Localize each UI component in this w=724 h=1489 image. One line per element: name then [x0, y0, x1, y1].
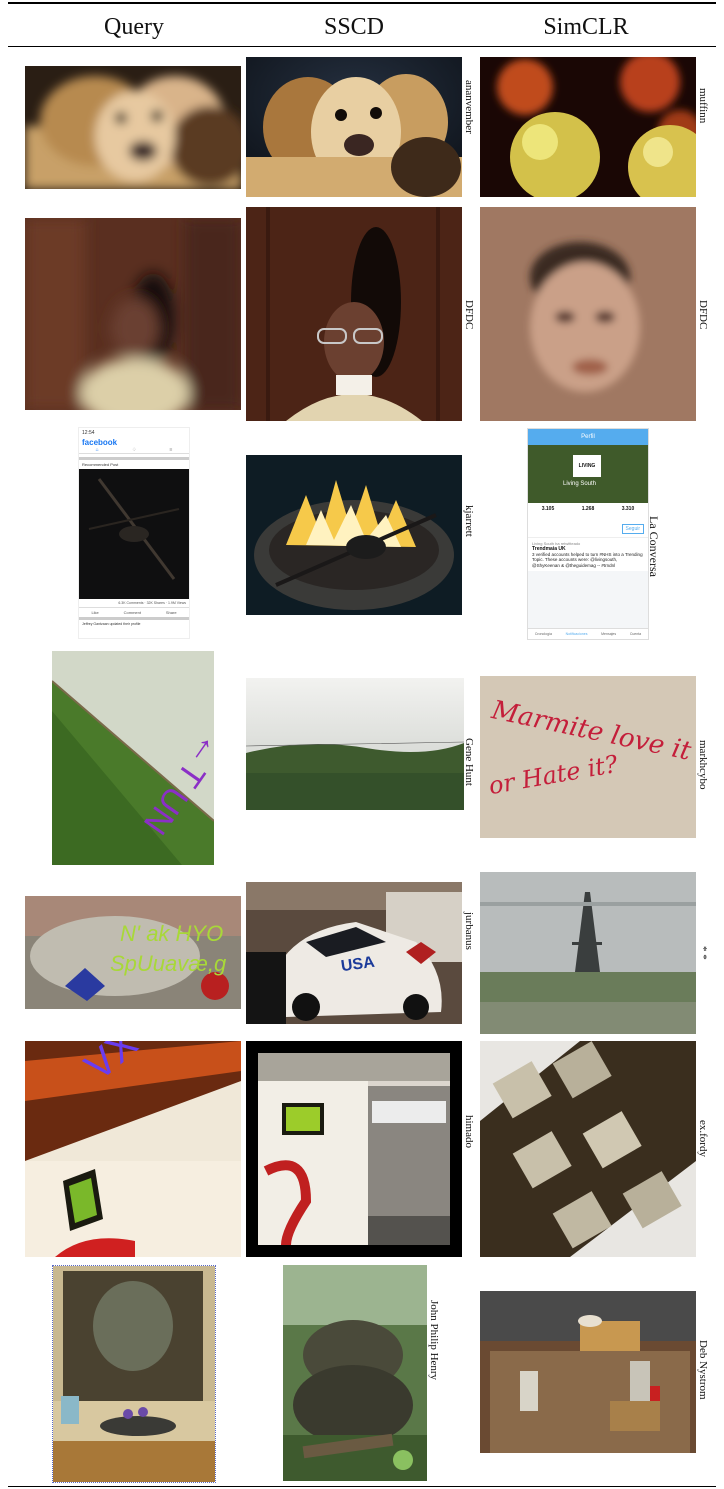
sscd-image-person [246, 207, 462, 421]
query-overlay-car-2: SpUuavæ,g [110, 951, 227, 976]
header-sscd: SSCD [323, 14, 385, 40]
tw-tweet-text: 3 verified accounts helped to turn #NHS … [532, 552, 643, 568]
sscd-credit-3: kjarrett [463, 505, 475, 537]
fb-comment: Comment [123, 610, 141, 615]
sscd-image-train [246, 1041, 462, 1257]
sscd-credit-2: DFDC [463, 300, 475, 330]
simclr-image-twitter: Perfil LIVING Living South 3.105 1.268 3… [527, 428, 649, 640]
tw-name: Living South [563, 481, 597, 487]
query-image-car: N' ak HYO SpUuavæ,g [25, 896, 241, 1009]
fb-share: Share [165, 610, 177, 615]
sscd-credit-7: John Philip Henry [428, 1300, 440, 1381]
simclr-credit-2: DFDC [697, 300, 709, 330]
sscd-image-car: USA [246, 882, 462, 1024]
header-query: Query [104, 14, 164, 40]
fb-nav: ⌂ ♢ ≡ [79, 447, 189, 454]
fb-like: Like [91, 610, 99, 615]
tw-followers: 3.310 [621, 506, 635, 512]
simclr-image-workshop [480, 1291, 696, 1453]
simclr-credit-7: Deb Nystrom [697, 1340, 709, 1400]
tw-title: Perfil [528, 429, 648, 445]
sscd-image-meadow [246, 678, 464, 810]
query-image-window [52, 1265, 216, 1483]
query-image-dog [25, 66, 241, 189]
sscd-credit-6: himado [463, 1115, 475, 1148]
sscd-credit-1: ananvember [463, 80, 475, 134]
fb-post-image [79, 469, 189, 599]
query-overlay-car-1: N' ak HYO [120, 921, 224, 946]
header-rule [8, 46, 716, 47]
fb-footer: Jeffrey Gantzaan updated their profile [82, 622, 141, 626]
simclr-image-keyboard [480, 1041, 696, 1257]
fb-section: Recommended Post [82, 462, 119, 467]
simclr-credit-5: * * [697, 946, 709, 960]
query-image-meadow: 91 JT ←T UN [52, 651, 214, 865]
fb-stats: 6.3K Comments · 32K Shares · 1.9M Views [118, 601, 186, 605]
sscd-image-dog [246, 57, 462, 197]
query-image-train: VX [25, 1041, 241, 1257]
tw-follow-button: Seguir [621, 524, 644, 534]
query-image-person [25, 218, 241, 410]
simclr-credit-6: ex.fordy [697, 1120, 709, 1157]
bottom-rule [8, 1486, 716, 1487]
fb-status-time: 12:54 [82, 430, 95, 436]
tw-banner: LIVING Living South [528, 445, 648, 503]
simclr-image-paris [480, 872, 696, 1034]
marmite-line2: or Hate it? [486, 749, 620, 801]
simclr-credit-4: markhcybo [697, 740, 709, 790]
sscd-credit-5: jurbanus [463, 912, 475, 950]
fb-brand: facebook [82, 438, 118, 447]
tw-following: 1.268 [581, 506, 595, 512]
simclr-credit-3: La Conversa [647, 516, 661, 577]
sscd-credit-4: Gene Hunt [463, 738, 475, 786]
header-simclr: SimCLR [543, 14, 629, 40]
tw-tweets: 3.105 [541, 506, 555, 512]
tw-tabbar: Cronología Notificaciones Mensajes Cuenta [528, 628, 648, 639]
simclr-image-marmite: Marmite love it or Hate it? [480, 676, 696, 838]
simclr-credit-1: muffinn [697, 88, 709, 124]
simclr-image-person [480, 207, 696, 421]
query-image-facebook: 12:54 facebook ⌂ ♢ ≡ Recommended Post 6.3K… [78, 427, 190, 639]
simclr-image-apples [480, 57, 696, 197]
sscd-image-fire [246, 455, 462, 615]
top-rule [8, 2, 716, 4]
sscd-image-forest [283, 1265, 427, 1481]
